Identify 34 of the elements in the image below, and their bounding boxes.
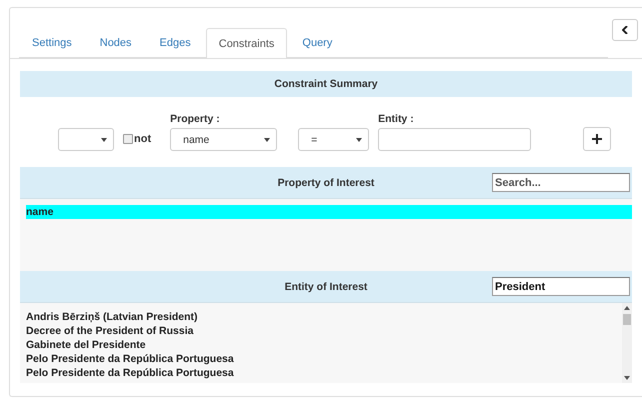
caret-icon bbox=[356, 138, 362, 142]
tab[interactable]: Edges bbox=[146, 28, 204, 57]
list-item[interactable]: Decree of the President of Russia bbox=[26, 324, 618, 338]
section-header: Constraint Summary bbox=[20, 71, 632, 97]
field-label: Entity : bbox=[378, 113, 415, 125]
scrollbar-thumb[interactable] bbox=[623, 314, 631, 325]
checkbox-label: not bbox=[134, 133, 152, 145]
list-item[interactable]: name bbox=[26, 205, 632, 219]
scroll-up-icon[interactable] bbox=[624, 306, 630, 310]
list-item[interactable]: Pelo Presidente da República Portuguesa bbox=[26, 366, 618, 380]
collapse-button[interactable] bbox=[612, 19, 638, 41]
list-item[interactable]: Pelo Presidente da República Portuguesa bbox=[26, 352, 618, 366]
scroll-down-icon[interactable] bbox=[624, 376, 630, 380]
panel-title: Property of Interest bbox=[276, 176, 376, 188]
field-label: Property : bbox=[170, 113, 221, 125]
operator-dropdown[interactable]: = bbox=[298, 128, 370, 151]
tab[interactable]: Constraints bbox=[206, 28, 288, 58]
list-item[interactable]: Gabinete del Presidente bbox=[26, 338, 618, 352]
not-checkbox[interactable] bbox=[123, 134, 133, 144]
list-item[interactable]: Andris Bērziņš (Latvian President) bbox=[26, 310, 618, 324]
tab[interactable]: Settings bbox=[19, 28, 85, 57]
caret-icon bbox=[264, 138, 270, 142]
caret-icon bbox=[101, 138, 107, 142]
entity-field[interactable] bbox=[378, 128, 532, 151]
chevron-left-icon bbox=[622, 26, 628, 34]
property-dropdown[interactable]: name bbox=[170, 128, 278, 151]
tab[interactable]: Nodes bbox=[86, 28, 145, 57]
add-button[interactable] bbox=[583, 127, 612, 151]
plus-icon bbox=[592, 134, 602, 144]
panel-title: Entity of Interest bbox=[284, 280, 368, 292]
scrollbar[interactable] bbox=[622, 303, 632, 383]
search-field[interactable]: President bbox=[492, 277, 630, 296]
tab[interactable]: Query bbox=[289, 28, 346, 57]
search-field[interactable]: Search... bbox=[492, 173, 630, 192]
